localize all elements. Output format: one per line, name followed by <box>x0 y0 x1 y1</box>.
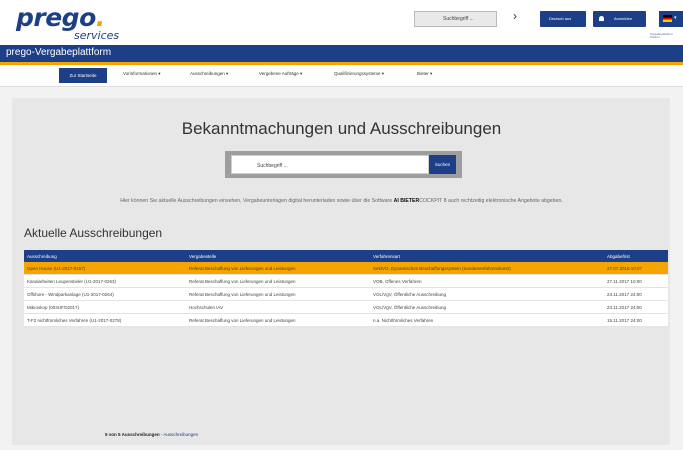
section-title: Aktuelle Ausschreibungen <box>24 226 163 240</box>
tender-authority: Referat Beschaffung von Lieferungen und … <box>189 292 296 297</box>
logo-dot: . <box>95 3 106 32</box>
main-search: Suchbegriff ... Suchen <box>225 151 462 178</box>
login-button[interactable]: Anmelden <box>593 11 646 27</box>
main-search-input[interactable]: Suchbegriff ... <box>231 155 429 174</box>
tender-title[interactable]: Mikroskop (003UF/02017) <box>27 305 79 310</box>
info-text-pre: Hier können Sie aktuelle Ausschreibungen… <box>120 198 393 204</box>
header-search-input[interactable]: Suchbegriff ... <box>414 11 497 27</box>
info-text: Hier können Sie aktuelle Ausschreibungen… <box>0 198 683 204</box>
tender-authority: Hochschulen IAV <box>189 305 224 310</box>
tender-procedure: SektVO, Dynamisches Beschaffungssystem (… <box>373 266 511 271</box>
tender-title[interactable]: T-F2 nichtförmliches Verfahren (U1-2017-… <box>27 318 121 323</box>
search-button[interactable]: Suchen <box>429 155 456 174</box>
tender-procedure: VOL/VgV, Öffentliche Ausschreibung <box>373 305 447 310</box>
tenders-table: Ausschreibung Vergabestelle Verfahrensar… <box>24 250 668 327</box>
page-heading: Bekanntmachungen und Ausschreibungen <box>181 119 502 138</box>
info-text-bold: AI BIETER <box>393 198 420 204</box>
tender-title[interactable]: Offshore - Windparkanlage (U1-2017-0264) <box>27 292 114 297</box>
nav-qualifizierungssysteme[interactable]: Qualifizierungssysteme ▾ <box>334 71 384 77</box>
tender-procedure: VOL/VgV, Öffentliche Ausschreibung <box>373 292 447 297</box>
login-label: Anmelden <box>614 16 633 21</box>
logo-sub-text: services <box>74 29 120 42</box>
tender-authority: Referat Beschaffung von Lieferungen und … <box>189 266 296 271</box>
nav-vergebene-auftraege[interactable]: Vergebene Aufträge ▾ <box>259 71 302 77</box>
german-flag-icon <box>663 15 672 22</box>
tender-title[interactable]: Open House (U1-2017-0157) <box>27 266 85 271</box>
partner-logo: Vergabeplattform Partner <box>650 32 673 39</box>
column-header-abgabefrist[interactable]: Abgabefrist <box>607 254 630 259</box>
table-row[interactable]: T-F2 nichtförmliches Verfahren (U1-2017-… <box>24 314 668 327</box>
nav-ausschreibungen[interactable]: Ausschreibungen ▾ <box>190 71 228 77</box>
table-row[interactable]: Offshore - Windparkanlage (U1-2017-0264)… <box>24 288 668 301</box>
tender-authority: Referat Beschaffung von Lieferungen und … <box>189 279 296 284</box>
results-count: 5 von 5 Ausschreibungen <box>105 432 160 437</box>
table-row[interactable]: Open House (U1-2017-0157) Referat Bescha… <box>24 262 668 275</box>
tender-deadline: 23.11.2017 24:00 <box>607 292 642 297</box>
language-button[interactable]: Deutsch aus <box>540 11 586 27</box>
main-nav: Zur Startseite Vorinformationen ▾ Aussch… <box>0 65 683 87</box>
nav-home[interactable]: Zur Startseite <box>59 68 107 83</box>
column-header-verfahrensart[interactable]: Verfahrensart <box>373 254 400 259</box>
tender-deadline: 27.07.2018 10:07 <box>607 266 643 271</box>
info-text-post: COCKPIT 8 auch rechtzeitig elektronische… <box>419 198 563 204</box>
platform-bar: prego-Vergabeplattform <box>0 45 683 62</box>
tender-deadline: 15.11.2017 24:00 <box>607 318 642 323</box>
nav-bieter[interactable]: Bieter ▾ <box>417 71 432 77</box>
tender-procedure: n.a. Nichtförmliches Verfahren <box>373 318 434 323</box>
tender-procedure: VOB, Offenes Verfahren <box>373 279 422 284</box>
tender-authority: Referat Beschaffung von Lieferungen und … <box>189 318 296 323</box>
user-icon <box>599 16 604 21</box>
table-row[interactable]: Kanalarbeiten Leupenstieler (U1-2017-026… <box>24 275 668 288</box>
top-header: prego. services Suchbegriff ... › Deutsc… <box>0 0 683 45</box>
logo-main-text: prego <box>16 3 96 32</box>
prego-logo[interactable]: prego. services <box>16 3 119 43</box>
nav-vorinformationen[interactable]: Vorinformationen ▾ <box>123 71 161 77</box>
results-footer: 5 von 5 Ausschreibungen - Ausschreibunge… <box>105 432 198 437</box>
caret-down-icon: ▾ <box>674 15 677 21</box>
column-header-vergabestelle[interactable]: Vergabestelle <box>189 254 216 259</box>
language-flag-dropdown[interactable]: ▾ <box>659 11 683 27</box>
table-header: Ausschreibung Vergabestelle Verfahrensar… <box>24 250 668 262</box>
platform-title: prego-Vergabeplattform <box>6 47 112 58</box>
table-row[interactable]: Mikroskop (003UF/02017) Hochschulen IAV … <box>24 301 668 314</box>
column-header-ausschreibung[interactable]: Ausschreibung <box>27 254 57 259</box>
tender-deadline: 27.11.2017 10:00 <box>607 279 642 284</box>
all-tenders-link[interactable]: Ausschreibungen <box>163 432 198 437</box>
tender-deadline: 23.11.2017 24:00 <box>607 305 642 310</box>
chevron-right-icon[interactable]: › <box>513 9 517 23</box>
tender-title[interactable]: Kanalarbeiten Leupenstieler (U1-2017-026… <box>27 279 116 284</box>
